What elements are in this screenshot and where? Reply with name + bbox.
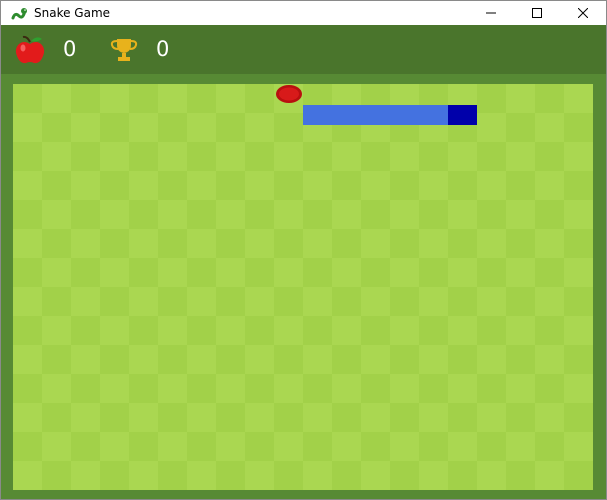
minimize-button[interactable] [468, 1, 514, 25]
game-window: Snake Game 0 0 [0, 0, 607, 500]
food-icon [275, 84, 303, 104]
snake-body [303, 105, 448, 125]
apple-icon [13, 35, 47, 65]
game-board[interactable] [13, 84, 593, 490]
score-header: 0 0 [1, 25, 606, 74]
snake-head [448, 105, 477, 125]
close-button[interactable] [560, 1, 606, 25]
window-title: Snake Game [34, 6, 111, 20]
title-bar[interactable]: Snake Game [1, 1, 606, 25]
trophy-icon [109, 37, 139, 63]
snake-icon [10, 4, 28, 22]
apple-count: 0 [63, 37, 77, 61]
best-score: 0 [156, 37, 170, 61]
maximize-button[interactable] [514, 1, 560, 25]
window-controls [468, 1, 606, 25]
